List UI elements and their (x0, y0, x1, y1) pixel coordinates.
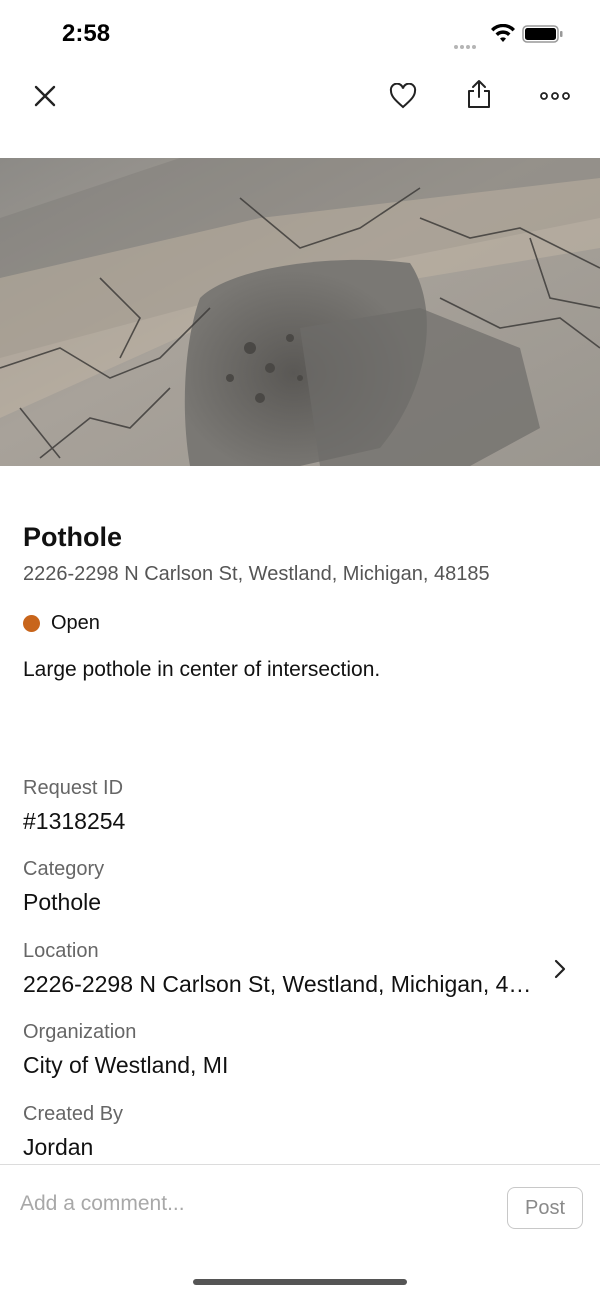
toolbar (0, 70, 600, 130)
status-dot-icon (23, 614, 40, 632)
status-text: Open (51, 611, 100, 634)
comment-divider (0, 1164, 600, 1165)
share-button[interactable] (459, 74, 499, 114)
chevron-right-icon[interactable] (550, 958, 570, 980)
post-button[interactable]: Post (507, 1187, 583, 1229)
field-label: Organization (23, 1021, 137, 1043)
share-icon (468, 80, 490, 108)
more-button[interactable] (535, 76, 575, 116)
pothole-photo (0, 158, 600, 466)
field-label: Category (23, 858, 105, 880)
status-time: 2:58 (62, 20, 111, 47)
request-address: 2226-2298 N Carlson St, Westland, Michig… (23, 563, 490, 585)
request-title: Pothole (23, 522, 122, 552)
field-created-by: Created By Jordan (23, 1102, 563, 1161)
heart-icon (389, 83, 417, 109)
field-category: Category Pothole (23, 857, 563, 916)
signal-icon (454, 36, 482, 49)
field-value: City of Westland, MI (23, 1052, 229, 1078)
field-value: 2226-2298 N Carlson St, Westland, Michig… (23, 971, 533, 997)
wifi-icon (491, 24, 515, 42)
request-description: Large pothole in center of intersection. (23, 658, 381, 681)
more-icon (540, 92, 570, 100)
close-button[interactable] (25, 76, 65, 116)
status-bar: 2:58 (0, 0, 600, 70)
request-photo[interactable] (0, 158, 600, 466)
field-organization: Organization City of Westland, MI (23, 1020, 563, 1079)
field-label: Request ID (23, 777, 124, 799)
field-label: Location (23, 940, 99, 962)
field-value: Jordan (23, 1134, 94, 1160)
field-request-id: Request ID #1318254 (23, 776, 563, 835)
comment-input[interactable] (20, 1186, 490, 1222)
close-icon (34, 85, 56, 107)
status-badge: Open (23, 610, 100, 636)
field-location[interactable]: Location 2226-2298 N Carlson St, Westlan… (23, 939, 563, 998)
battery-icon (522, 25, 563, 43)
home-indicator[interactable] (193, 1279, 407, 1285)
field-value: #1318254 (23, 808, 126, 834)
favorite-button[interactable] (383, 76, 423, 116)
field-label: Created By (23, 1103, 124, 1125)
field-value: Pothole (23, 889, 102, 915)
